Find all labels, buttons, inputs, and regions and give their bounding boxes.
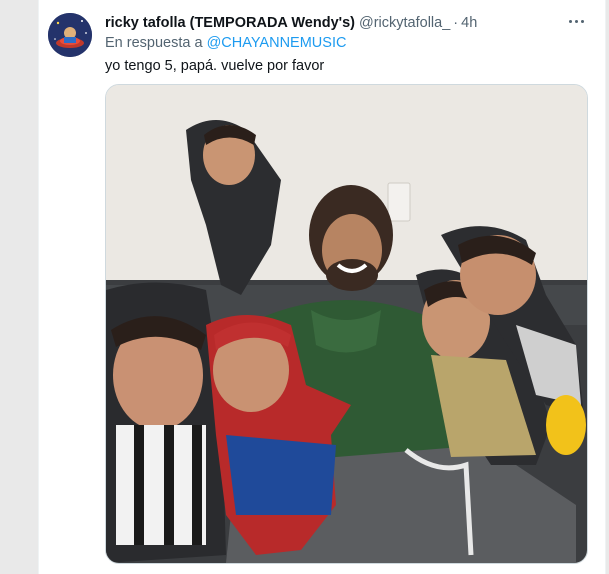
- tweet-header: ricky tafolla (TEMPORADA Wendy's) @ricky…: [105, 13, 477, 33]
- reply-context: En respuesta a @CHAYANNEMUSIC: [105, 35, 346, 51]
- photo-image: [106, 85, 587, 563]
- tweet-photo[interactable]: [105, 84, 588, 564]
- more-options-button[interactable]: [565, 10, 587, 32]
- tweet-card[interactable]: ricky tafolla (TEMPORADA Wendy's) @ricky…: [38, 0, 606, 574]
- more-horizontal-icon: [567, 19, 585, 23]
- reply-prefix: En respuesta a: [105, 35, 203, 51]
- separator-dot: ·: [453, 15, 459, 31]
- avatar-image: [48, 13, 92, 57]
- tweet-text: yo tengo 5, papá. vuelve por favor: [105, 58, 325, 74]
- display-name[interactable]: ricky tafolla (TEMPORADA Wendy's): [105, 15, 355, 31]
- avatar[interactable]: [48, 13, 92, 57]
- reply-mention-link[interactable]: @CHAYANNEMUSIC: [207, 35, 347, 51]
- timestamp[interactable]: 4h: [461, 15, 477, 31]
- user-handle[interactable]: @rickytafolla_: [359, 15, 450, 31]
